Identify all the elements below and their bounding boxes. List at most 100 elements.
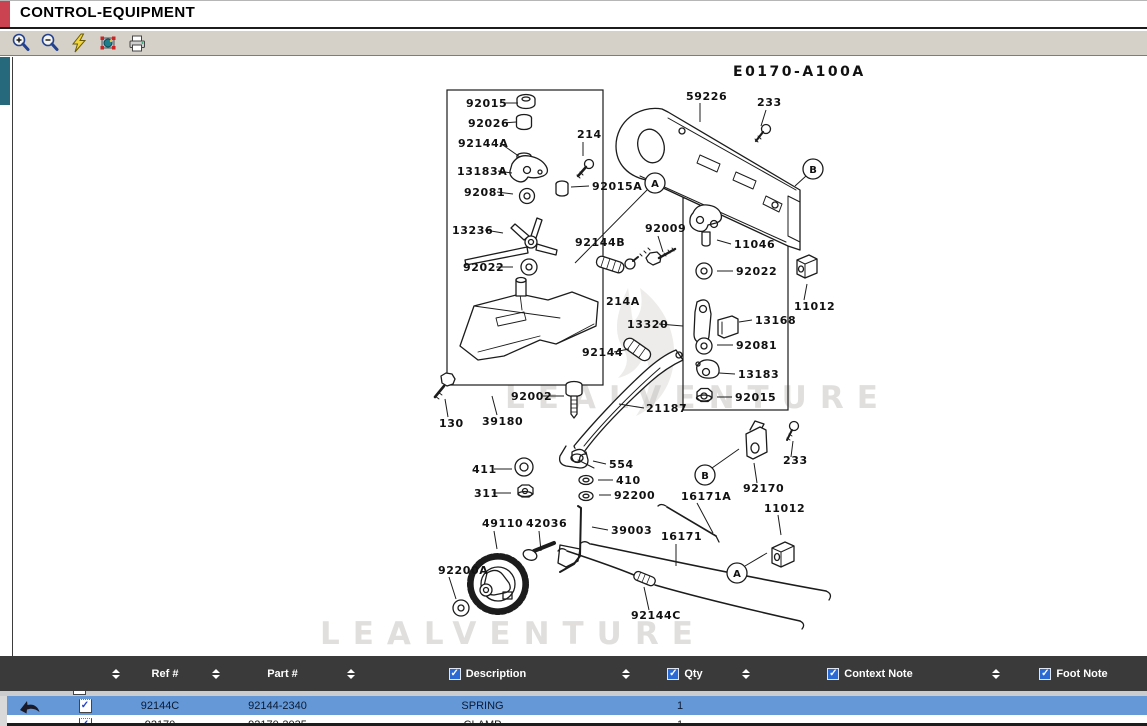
circle-ref-label[interactable]: B	[803, 159, 823, 179]
foot-note-checkbox[interactable]: ✓	[1039, 668, 1051, 680]
svg-text:A: A	[733, 569, 741, 580]
sort-icon[interactable]	[742, 669, 750, 679]
part-label[interactable]: 92144B	[575, 236, 625, 249]
part-label[interactable]: 11012	[794, 300, 835, 313]
part-label[interactable]: 214	[577, 128, 602, 141]
teal-accent-bar	[0, 57, 10, 105]
part-label[interactable]: 92081	[736, 339, 777, 352]
part-label[interactable]: 92144C	[631, 609, 681, 622]
part-label[interactable]: 410	[616, 474, 641, 487]
description-cell: SPRING	[345, 700, 620, 712]
context-note-checkbox[interactable]: ✓	[827, 668, 839, 680]
check-icon: ✓	[1041, 669, 1049, 679]
part-label[interactable]: 59226	[686, 90, 727, 103]
part-label[interactable]: 92200	[614, 489, 655, 502]
part-label[interactable]: 92009	[645, 222, 686, 235]
part-label[interactable]: 311	[474, 487, 499, 500]
part-label[interactable]: 13236	[452, 224, 493, 237]
svg-text:B: B	[701, 471, 709, 482]
undo-arrow-icon	[17, 698, 43, 714]
parts-table: Ref # Part # ✓ Description ✓ Qty ✓ Conte…	[0, 656, 1147, 726]
column-label: Ref #	[152, 668, 179, 680]
select-region-icon	[98, 33, 118, 53]
sort-icon[interactable]	[622, 669, 630, 679]
red-accent-bar	[0, 1, 10, 27]
column-label: Qty	[684, 668, 702, 680]
zoom-in-button[interactable]	[11, 33, 31, 53]
column-header-context-note[interactable]: ✓ Context Note	[740, 656, 990, 691]
part-label[interactable]: 49110	[482, 517, 523, 530]
zoom-out-icon	[40, 33, 60, 53]
sort-icon[interactable]	[992, 669, 1000, 679]
sort-icon[interactable]	[112, 669, 120, 679]
part-label[interactable]: 11012	[764, 502, 805, 515]
table-row[interactable]: ✓ 92144C 92144-2340 SPRING 1	[0, 696, 1147, 715]
column-header-ref[interactable]: Ref #	[110, 656, 210, 691]
ref-cell: 92144C	[110, 700, 210, 712]
part-label[interactable]: 16171	[661, 530, 702, 543]
part-label[interactable]: 16171A	[681, 490, 731, 503]
part-label[interactable]: 92200A	[438, 564, 488, 577]
part-label[interactable]: 39003	[611, 524, 652, 537]
part-cell: 92144-2340	[210, 700, 345, 712]
part-label[interactable]: 92002	[511, 390, 552, 403]
part-label[interactable]: 411	[472, 463, 497, 476]
flash-hotspots-button[interactable]	[69, 33, 89, 53]
clipped-row-checkbox: ✓	[73, 691, 86, 695]
part-label[interactable]: 233	[783, 454, 808, 467]
title-bar: CONTROL-EQUIPMENT	[0, 1, 1147, 29]
sort-icon[interactable]	[212, 669, 220, 679]
sort-icon[interactable]	[347, 669, 355, 679]
column-header-undo	[0, 656, 60, 691]
part-label[interactable]: 92081	[464, 186, 505, 199]
column-label: Context Note	[844, 668, 912, 680]
part-label[interactable]: 92015A	[592, 180, 642, 193]
column-header-part[interactable]: Part #	[210, 656, 345, 691]
page-title: CONTROL-EQUIPMENT	[20, 4, 195, 21]
table-header: Ref # Part # ✓ Description ✓ Qty ✓ Conte…	[0, 656, 1147, 691]
part-label[interactable]: 11046	[734, 238, 775, 251]
check-icon: ✓	[451, 669, 459, 679]
column-label: Foot Note	[1056, 668, 1107, 680]
part-label[interactable]: 92144A	[458, 137, 508, 150]
part-label[interactable]: 92015	[735, 391, 776, 404]
part-label[interactable]: 214A	[606, 295, 640, 308]
row-checkbox[interactable]: ✓	[79, 699, 92, 713]
qty-cell: 1	[620, 700, 740, 712]
part-label[interactable]: 130	[439, 417, 464, 430]
part-label[interactable]: 92015	[466, 97, 507, 110]
part-label[interactable]: 39180	[482, 415, 523, 428]
column-header-description[interactable]: ✓ Description	[345, 656, 620, 691]
part-label[interactable]: 13168	[755, 314, 796, 327]
toolbar	[0, 31, 1147, 56]
part-label[interactable]: 92022	[463, 261, 504, 274]
diagram-code: E0170-A100A	[733, 64, 866, 80]
part-label[interactable]: 233	[757, 96, 782, 109]
part-label[interactable]: 92026	[468, 117, 509, 130]
table-body: ✓ 92144C 92144-2340 SPRING 1 ✓ 92170 921…	[0, 696, 1147, 726]
column-header-foot-note[interactable]: ✓ Foot Note	[990, 656, 1147, 691]
circle-ref-label[interactable]: B	[695, 465, 715, 485]
column-header-qty[interactable]: ✓ Qty	[620, 656, 740, 691]
part-label[interactable]: 92022	[736, 265, 777, 278]
qty-checkbox[interactable]: ✓	[667, 668, 679, 680]
part-label[interactable]: 42036	[526, 517, 567, 530]
zoom-in-icon	[11, 33, 31, 53]
description-checkbox[interactable]: ✓	[449, 668, 461, 680]
circle-ref-label[interactable]: A	[645, 173, 665, 193]
part-label[interactable]: 13320	[627, 318, 668, 331]
part-label[interactable]: 21187	[646, 402, 687, 415]
circle-ref-label[interactable]: A	[727, 563, 747, 583]
column-label: Part #	[267, 668, 298, 680]
print-button[interactable]	[127, 33, 147, 53]
svg-text:B: B	[809, 165, 817, 176]
part-label[interactable]: 92170	[743, 482, 784, 495]
undo-button[interactable]	[0, 698, 60, 714]
part-label[interactable]: 13183A	[457, 165, 507, 178]
part-label[interactable]: 554	[609, 458, 634, 471]
zoom-out-button[interactable]	[40, 33, 60, 53]
exploded-parts-diagram[interactable]: LEALVENTURE LEALVENTURE E0170-A100A	[13, 56, 1147, 656]
part-label[interactable]: 92144	[582, 346, 623, 359]
select-region-button[interactable]	[98, 33, 118, 53]
part-label[interactable]: 13183	[738, 368, 779, 381]
